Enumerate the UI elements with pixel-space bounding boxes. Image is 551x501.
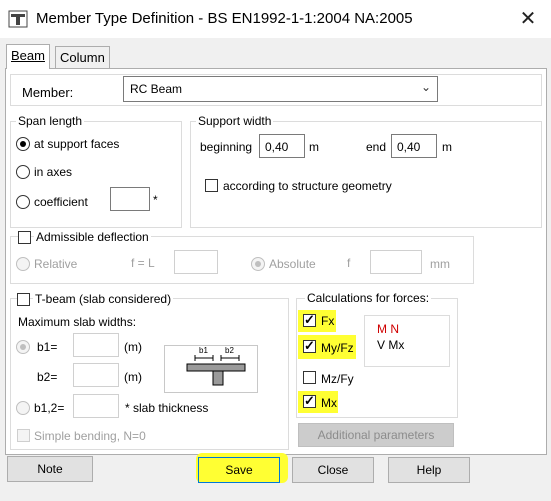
forces-title: Calculations for forces: bbox=[305, 291, 432, 305]
beginning-label: beginning bbox=[200, 140, 253, 154]
coefficient-input[interactable] bbox=[110, 187, 150, 211]
save-button[interactable]: Save bbox=[198, 457, 280, 483]
beginning-unit: m bbox=[309, 140, 319, 154]
tab-beam[interactable]: Beam bbox=[6, 44, 50, 69]
help-button[interactable]: Help bbox=[388, 457, 470, 483]
deflection-checkbox[interactable] bbox=[18, 231, 31, 244]
b1-label: b1= bbox=[37, 340, 58, 354]
tbeam-diagram: b1 b2 bbox=[164, 345, 258, 393]
forces-legend: M N V Mx bbox=[364, 315, 450, 367]
f-eq-l-label: f = L bbox=[131, 256, 155, 270]
b1-unit: (m) bbox=[124, 340, 142, 354]
end-unit: m bbox=[442, 140, 452, 154]
geometry-checkbox[interactable] bbox=[205, 179, 218, 192]
mx-label: Mx bbox=[321, 396, 337, 410]
tbeam-checkbox[interactable] bbox=[17, 293, 30, 306]
radio-in-axes[interactable] bbox=[16, 165, 30, 179]
forces-legend-line1: M N bbox=[377, 322, 399, 336]
fx-label: Fx bbox=[321, 314, 335, 328]
f-label: f bbox=[347, 256, 351, 270]
span-length-title: Span length bbox=[16, 114, 85, 128]
b2-input[interactable] bbox=[73, 363, 119, 387]
additional-parameters-button[interactable]: Additional parameters bbox=[298, 423, 454, 447]
beginning-input[interactable]: 0,40 bbox=[259, 134, 305, 158]
tab-column-label: Column bbox=[60, 50, 105, 65]
support-width-title: Support width bbox=[196, 114, 274, 128]
radio-in-axes-label: in axes bbox=[34, 165, 73, 179]
forces-legend-line2: V Mx bbox=[377, 338, 405, 352]
beginning-value: 0,40 bbox=[265, 140, 289, 154]
slab-thickness-label: * slab thickness bbox=[125, 401, 209, 415]
absolute-unit: mm bbox=[430, 257, 450, 271]
radio-relative[interactable] bbox=[16, 257, 30, 271]
tab-beam-label: Beam bbox=[11, 48, 45, 63]
relative-label: Relative bbox=[34, 257, 78, 271]
myfz-checkbox[interactable] bbox=[303, 338, 316, 354]
b2-unit: (m) bbox=[124, 370, 142, 384]
b1-input[interactable] bbox=[73, 333, 119, 357]
b12-input[interactable] bbox=[73, 394, 119, 418]
support-width-group bbox=[190, 121, 542, 228]
geometry-label: according to structure geometry bbox=[223, 179, 392, 193]
simple-bending-label: Simple bending, N=0 bbox=[34, 429, 146, 443]
mzfy-label: Mz/Fy bbox=[321, 372, 354, 386]
simple-bending-checkbox[interactable] bbox=[17, 429, 30, 442]
tbeam-label: T-beam (slab considered) bbox=[33, 292, 174, 306]
b2-label: b2= bbox=[37, 370, 58, 384]
close-button[interactable]: Close bbox=[292, 457, 374, 483]
myfz-label: My/Fz bbox=[321, 341, 354, 355]
close-icon[interactable]: ✕ bbox=[514, 6, 542, 32]
mzfy-checkbox[interactable] bbox=[303, 371, 316, 384]
end-value: 0,40 bbox=[397, 140, 421, 154]
member-select-value: RC Beam bbox=[130, 82, 183, 96]
radio-coefficient[interactable] bbox=[16, 195, 30, 209]
radio-coefficient-label: coefficient bbox=[34, 195, 88, 209]
absolute-input[interactable] bbox=[370, 250, 422, 274]
fx-checkbox[interactable] bbox=[303, 312, 316, 328]
b12-label: b1,2= bbox=[34, 401, 65, 415]
mx-checkbox[interactable] bbox=[303, 393, 316, 409]
app-icon bbox=[8, 10, 28, 28]
absolute-label: Absolute bbox=[269, 257, 316, 271]
radio-b12[interactable] bbox=[16, 401, 30, 415]
radio-absolute[interactable] bbox=[251, 257, 265, 271]
max-widths-label: Maximum slab widths: bbox=[18, 315, 137, 329]
member-select[interactable]: RC Beam ⌄ bbox=[123, 76, 438, 102]
end-input[interactable]: 0,40 bbox=[391, 134, 437, 158]
relative-input[interactable] bbox=[174, 250, 218, 274]
radio-b1[interactable] bbox=[16, 340, 30, 354]
deflection-label: Admissible deflection bbox=[34, 230, 151, 244]
window-title: Member Type Definition - BS EN1992-1-1:2… bbox=[36, 10, 413, 27]
radio-support-faces[interactable] bbox=[16, 137, 30, 151]
note-button[interactable]: Note bbox=[7, 456, 93, 482]
member-label: Member: bbox=[22, 85, 74, 100]
diagram-b2-label: b2 bbox=[225, 346, 234, 355]
coefficient-asterisk: * bbox=[153, 193, 158, 207]
chevron-down-icon: ⌄ bbox=[420, 80, 431, 94]
end-label: end bbox=[366, 140, 387, 154]
tbeam-section-icon bbox=[186, 355, 246, 386]
diagram-b1-label: b1 bbox=[199, 346, 208, 355]
radio-support-faces-label: at support faces bbox=[34, 137, 120, 151]
tab-column[interactable]: Column bbox=[55, 46, 110, 69]
